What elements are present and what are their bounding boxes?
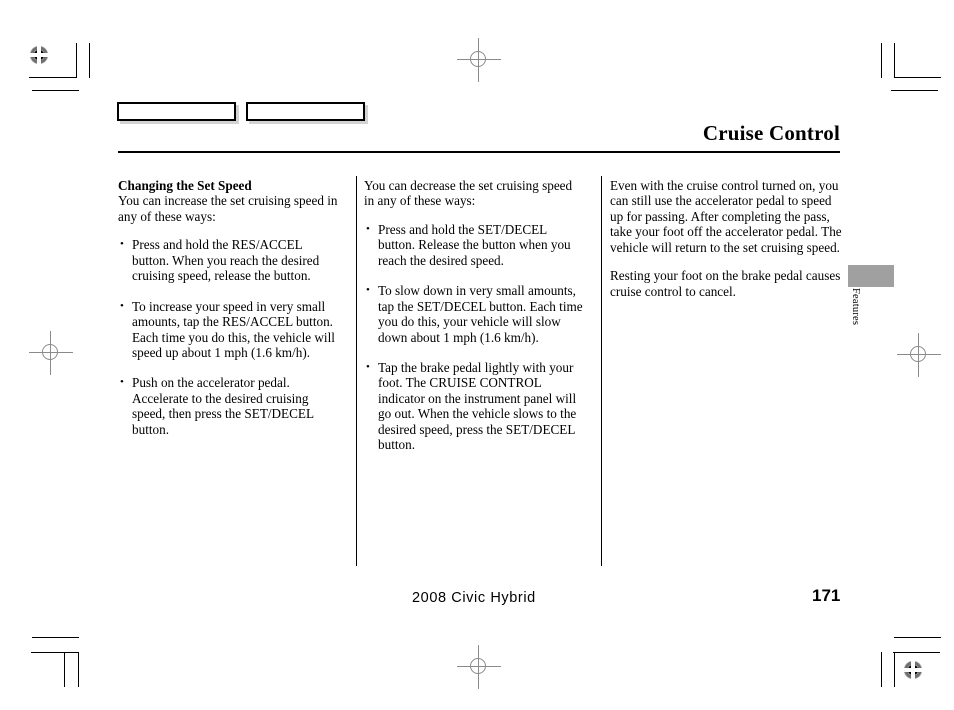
- crop-mark-top-right-v1: [881, 43, 882, 78]
- list-item: Tap the brake pedal lightly with your fo…: [364, 360, 584, 453]
- crop-mark-bottom-left-h1: [32, 637, 79, 638]
- list-item: Push on the accelerator pedal. Accelerat…: [118, 375, 340, 437]
- registration-crosshair-bottom: [457, 645, 501, 689]
- section-heading: Changing the Set Speed: [118, 178, 252, 193]
- crop-mark-bottom-left-v1: [64, 652, 65, 687]
- crop-mark-top-right-h1: [894, 77, 941, 78]
- list-item: Press and hold the RES/ACCEL button. Whe…: [118, 237, 340, 283]
- column-two-intro: You can decrease the set cruising speed …: [364, 178, 573, 209]
- list-item: To increase your speed in very small amo…: [118, 299, 340, 361]
- column-two: You can decrease the set cruising speed …: [356, 178, 600, 453]
- registration-box-left: [117, 102, 236, 121]
- crop-mark-top-left-h1: [29, 77, 76, 78]
- page-title: Cruise Control: [702, 121, 840, 145]
- crop-mark-top-left-h2: [32, 90, 79, 91]
- footer-model-name: 2008 Civic Hybrid: [412, 590, 536, 606]
- crop-mark-bottom-left-h2: [31, 652, 78, 653]
- column-three-paragraph-1: Even with the cruise control turned on, …: [610, 178, 842, 255]
- column-three: Even with the cruise control turned on, …: [600, 178, 842, 453]
- crop-mark-bottom-left-v2: [78, 652, 79, 687]
- crop-mark-bottom-right-h2: [893, 652, 940, 653]
- registration-target-top-left: [26, 42, 52, 68]
- manual-page: Cruise Control Changing the Set Speed Yo…: [0, 0, 954, 710]
- crop-mark-bottom-right-v2: [894, 652, 895, 687]
- crop-mark-top-left-v2: [89, 43, 90, 78]
- crop-mark-bottom-right-h1: [894, 637, 941, 638]
- registration-crosshair-left: [29, 331, 73, 375]
- registration-crosshair-top: [457, 38, 501, 82]
- column-three-paragraph-2: Resting your foot on the brake pedal cau…: [610, 268, 841, 299]
- crop-mark-bottom-right-v1: [881, 652, 882, 687]
- registration-target-bottom-right: [900, 657, 926, 683]
- column-two-bullet-list: Press and hold the SET/DECEL button. Rel…: [364, 222, 584, 453]
- registration-box-right: [246, 102, 365, 121]
- list-item: To slow down in very small amounts, tap …: [364, 283, 584, 345]
- body-columns: Changing the Set Speed You can increase …: [118, 178, 842, 453]
- column-one-bullet-list: Press and hold the RES/ACCEL button. Whe…: [118, 237, 340, 437]
- column-one-intro: You can increase the set cruising speed …: [118, 193, 338, 224]
- crop-mark-top-right-v2: [894, 43, 895, 78]
- footer-page-number: 171: [812, 586, 841, 605]
- header-divider: [118, 151, 840, 153]
- list-item: Press and hold the SET/DECEL button. Rel…: [364, 222, 584, 268]
- section-tab-marker: [848, 265, 894, 287]
- crop-mark-top-left-v1: [76, 43, 77, 78]
- section-tab-label: Features: [850, 288, 861, 326]
- registration-crosshair-right: [897, 333, 941, 377]
- crop-mark-top-right-h2: [891, 90, 938, 91]
- column-one: Changing the Set Speed You can increase …: [118, 178, 356, 453]
